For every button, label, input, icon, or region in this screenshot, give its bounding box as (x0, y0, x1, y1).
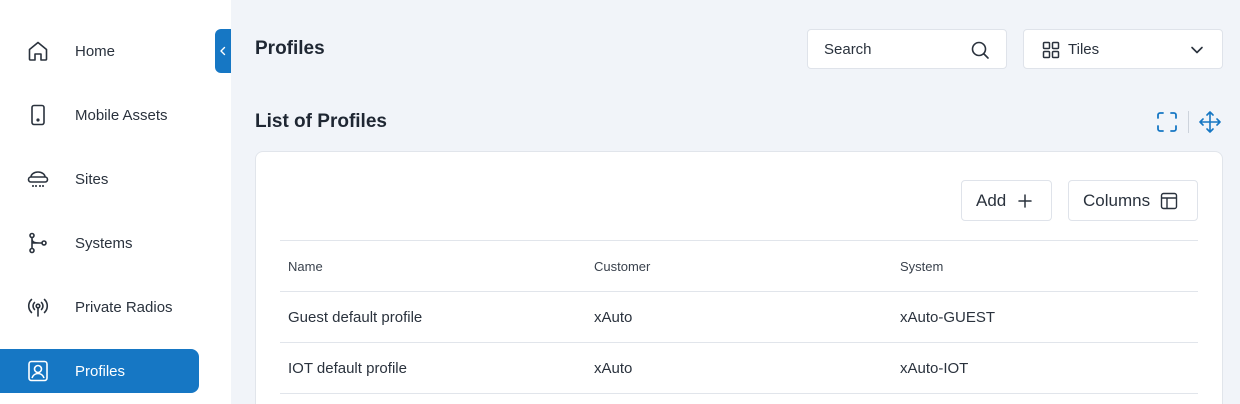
page-title: Profiles (255, 38, 325, 59)
table-row-divider (280, 393, 1198, 394)
sites-icon (26, 167, 50, 191)
cell-customer: xAuto (594, 309, 633, 326)
search-box[interactable] (807, 29, 1007, 69)
sidebar-item-label: Private Radios (75, 298, 173, 316)
systems-icon (26, 231, 50, 255)
cell-name: IOT default profile (288, 360, 407, 377)
sidebar-item-label: Sites (75, 170, 109, 188)
add-button-label: Add (976, 190, 1007, 210)
radio-icon (26, 295, 50, 319)
grid-icon (1042, 41, 1060, 59)
toolbar-divider (1188, 111, 1189, 133)
table-row[interactable]: IOT default profile xAuto xAuto-IOT (280, 342, 1198, 393)
sidebar-item-home[interactable]: Home (0, 29, 199, 73)
search-input[interactable] (824, 40, 964, 58)
search-icon[interactable] (970, 40, 990, 60)
chevron-left-icon (220, 46, 226, 56)
home-icon (26, 39, 50, 63)
table-header-row: Name Customer System (280, 240, 1198, 291)
plus-icon (1016, 192, 1034, 210)
view-select[interactable]: Tiles (1023, 29, 1223, 69)
chevron-down-icon (1190, 43, 1204, 57)
sidebar-item-label: Systems (75, 234, 133, 252)
fullscreen-icon[interactable] (1156, 111, 1178, 133)
mobile-icon (26, 103, 50, 127)
sidebar-item-sites[interactable]: Sites (0, 157, 199, 201)
cell-system: xAuto-GUEST (900, 309, 996, 326)
cell-customer: xAuto (594, 360, 633, 377)
cell-name: Guest default profile (288, 309, 423, 326)
sidebar-item-label: Profiles (75, 362, 126, 380)
columns-button[interactable]: Columns (1068, 180, 1198, 221)
column-header-customer[interactable]: Customer (594, 241, 650, 292)
add-button[interactable]: Add (961, 180, 1052, 221)
profiles-card: Add Columns Name Customer System Guest d… (255, 151, 1223, 404)
move-icon[interactable] (1198, 110, 1222, 134)
columns-button-label: Columns (1083, 190, 1151, 210)
sidebar: Home Mobile Assets Sites Systems Private… (0, 0, 231, 404)
sidebar-item-systems[interactable]: Systems (0, 221, 199, 265)
sidebar-item-profiles[interactable]: Profiles (0, 349, 199, 393)
columns-icon (1160, 192, 1178, 210)
sidebar-item-private-radios[interactable]: Private Radios (0, 285, 199, 329)
column-header-name[interactable]: Name (288, 241, 323, 292)
sidebar-item-label: Home (75, 42, 116, 60)
sidebar-item-label: Mobile Assets (75, 106, 168, 124)
profile-icon (26, 359, 50, 383)
sidebar-collapse-button[interactable] (215, 29, 231, 73)
sidebar-item-mobile-assets[interactable]: Mobile Assets (0, 93, 199, 137)
section-title: List of Profiles (255, 111, 387, 132)
profiles-table: Name Customer System Guest default profi… (280, 240, 1198, 394)
view-select-value: Tiles (1068, 40, 1100, 58)
cell-system: xAuto-IOT (900, 360, 969, 377)
table-row[interactable]: Guest default profile xAuto xAuto-GUEST (280, 291, 1198, 342)
column-header-system[interactable]: System (900, 241, 943, 292)
